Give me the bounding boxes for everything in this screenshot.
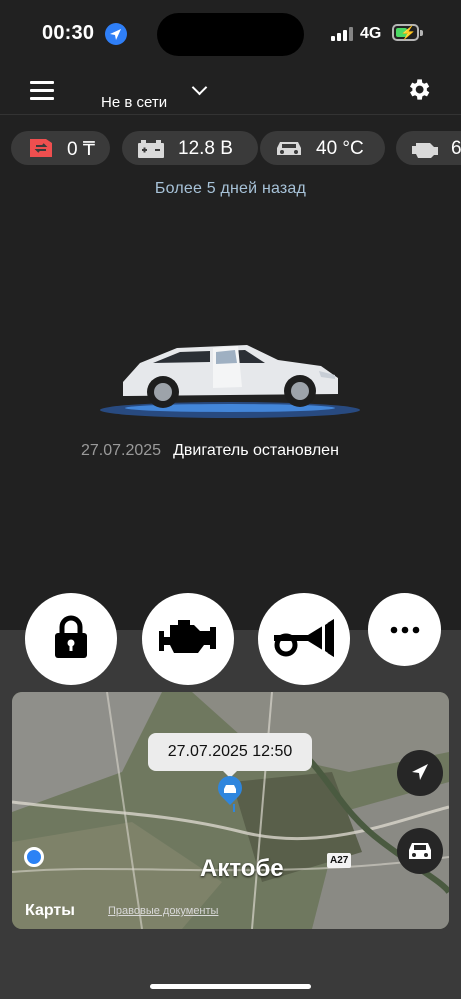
cellular-signal-icon: [331, 27, 353, 41]
user-location-dot: [24, 847, 44, 867]
engine-status: Двигатель остановлен: [173, 442, 339, 459]
engine-chip[interactable]: 6: [396, 131, 461, 165]
car-icon: [409, 843, 431, 859]
locate-me-button[interactable]: [397, 750, 443, 796]
navigation-arrow-icon: [412, 764, 428, 780]
legal-link[interactable]: Правовые документы: [108, 905, 218, 917]
car-location-pin[interactable]: [213, 771, 247, 805]
horn-button[interactable]: [258, 593, 350, 685]
lock-button[interactable]: [25, 593, 117, 685]
battery-voltage-icon: [138, 140, 164, 158]
road-shield: A27: [327, 853, 352, 868]
last-seen-text: Более 5 дней назад: [154, 180, 307, 197]
battery-chip[interactable]: 12.8 В: [122, 131, 258, 165]
menu-icon[interactable]: [30, 81, 54, 100]
ellipsis-icon: [390, 626, 420, 634]
top-bar: Не в сети: [0, 64, 461, 115]
last-position-callout[interactable]: 27.07.2025 12:50: [148, 733, 312, 778]
dynamic-island: [157, 13, 304, 56]
more-button[interactable]: [368, 593, 441, 666]
network-type: 4G: [360, 25, 382, 42]
telemetry-chips: 0 ₸ 12.8 В 40 °C 6: [11, 131, 461, 165]
location-arrow-icon: [105, 23, 127, 45]
chevron-down-icon[interactable]: [191, 79, 208, 96]
map-view[interactable]: [12, 692, 449, 929]
battery-icon: ⚡: [392, 24, 419, 41]
lock-icon: [55, 615, 87, 658]
maps-attribution: Карты: [25, 902, 75, 919]
battery-tip: [420, 30, 423, 36]
temperature-value: 40 °C: [316, 138, 364, 159]
status-time: 00:30: [42, 22, 95, 44]
car-image: [100, 345, 360, 418]
engine-start-button[interactable]: [142, 593, 234, 685]
satellite-map-image: [12, 692, 449, 929]
status-bar: 00:30 4G ⚡: [0, 0, 461, 64]
connection-status-title[interactable]: Не в сети: [101, 94, 167, 111]
battery-value: 12.8 В: [178, 138, 233, 159]
gear-icon[interactable]: [405, 76, 432, 103]
engine-icon: [412, 143, 438, 158]
car-temperature-icon: [277, 142, 301, 155]
engine-status-line: 27.07.2025 Двигатель остановлен: [81, 442, 339, 460]
engine-value: 6: [451, 138, 461, 159]
home-indicator[interactable]: [150, 984, 311, 989]
focus-car-button[interactable]: [397, 828, 443, 874]
engine-icon: [159, 620, 216, 653]
balance-icon: [30, 139, 52, 157]
pin-stem: [233, 804, 235, 812]
balance-value: 0 ₸: [67, 139, 95, 160]
horn-icon: [274, 619, 334, 657]
status-date: 27.07.2025: [81, 442, 162, 459]
temperature-chip[interactable]: 40 °C: [260, 131, 385, 165]
map-city-label: Актобе: [200, 855, 284, 882]
balance-chip[interactable]: 0 ₸: [11, 131, 110, 165]
